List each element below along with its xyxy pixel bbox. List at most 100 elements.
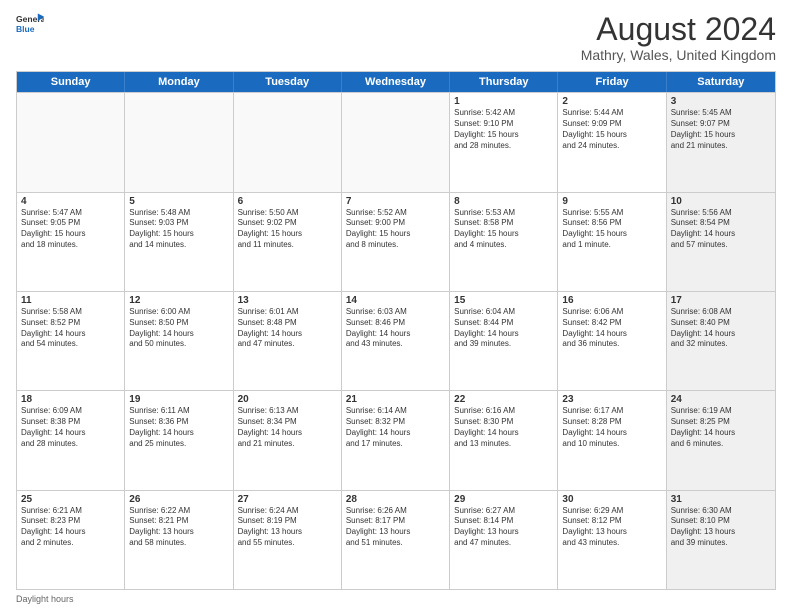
main-title: August 2024	[581, 12, 776, 47]
cal-cell-4-3: 28Sunrise: 6:26 AM Sunset: 8:17 PM Dayli…	[342, 491, 450, 589]
day-details: Sunrise: 5:44 AM Sunset: 9:09 PM Dayligh…	[562, 108, 661, 151]
day-details: Sunrise: 6:11 AM Sunset: 8:36 PM Dayligh…	[129, 406, 228, 449]
day-details: Sunrise: 6:16 AM Sunset: 8:30 PM Dayligh…	[454, 406, 553, 449]
header-day-sunday: Sunday	[17, 72, 125, 92]
day-details: Sunrise: 5:52 AM Sunset: 9:00 PM Dayligh…	[346, 208, 445, 251]
cal-cell-1-5: 9Sunrise: 5:55 AM Sunset: 8:56 PM Daylig…	[558, 193, 666, 291]
day-details: Sunrise: 6:00 AM Sunset: 8:50 PM Dayligh…	[129, 307, 228, 350]
cal-cell-1-4: 8Sunrise: 5:53 AM Sunset: 8:58 PM Daylig…	[450, 193, 558, 291]
day-details: Sunrise: 5:47 AM Sunset: 9:05 PM Dayligh…	[21, 208, 120, 251]
day-details: Sunrise: 5:58 AM Sunset: 8:52 PM Dayligh…	[21, 307, 120, 350]
day-number: 22	[454, 394, 553, 405]
day-details: Sunrise: 6:06 AM Sunset: 8:42 PM Dayligh…	[562, 307, 661, 350]
day-number: 13	[238, 295, 337, 306]
day-details: Sunrise: 5:42 AM Sunset: 9:10 PM Dayligh…	[454, 108, 553, 151]
cal-row-2: 11Sunrise: 5:58 AM Sunset: 8:52 PM Dayli…	[17, 291, 775, 390]
day-number: 19	[129, 394, 228, 405]
day-details: Sunrise: 6:01 AM Sunset: 8:48 PM Dayligh…	[238, 307, 337, 350]
day-number: 30	[562, 494, 661, 505]
day-details: Sunrise: 6:04 AM Sunset: 8:44 PM Dayligh…	[454, 307, 553, 350]
day-details: Sunrise: 6:24 AM Sunset: 8:19 PM Dayligh…	[238, 506, 337, 549]
day-details: Sunrise: 5:56 AM Sunset: 8:54 PM Dayligh…	[671, 208, 771, 251]
cal-cell-3-1: 19Sunrise: 6:11 AM Sunset: 8:36 PM Dayli…	[125, 391, 233, 489]
cal-cell-4-5: 30Sunrise: 6:29 AM Sunset: 8:12 PM Dayli…	[558, 491, 666, 589]
calendar: SundayMondayTuesdayWednesdayThursdayFrid…	[16, 71, 776, 590]
day-details: Sunrise: 6:22 AM Sunset: 8:21 PM Dayligh…	[129, 506, 228, 549]
day-details: Sunrise: 6:13 AM Sunset: 8:34 PM Dayligh…	[238, 406, 337, 449]
cal-cell-2-4: 15Sunrise: 6:04 AM Sunset: 8:44 PM Dayli…	[450, 292, 558, 390]
header: General Blue August 2024 Mathry, Wales, …	[16, 12, 776, 63]
day-number: 8	[454, 196, 553, 207]
day-number: 26	[129, 494, 228, 505]
cal-cell-2-3: 14Sunrise: 6:03 AM Sunset: 8:46 PM Dayli…	[342, 292, 450, 390]
cal-cell-2-0: 11Sunrise: 5:58 AM Sunset: 8:52 PM Dayli…	[17, 292, 125, 390]
day-number: 14	[346, 295, 445, 306]
day-number: 6	[238, 196, 337, 207]
header-day-thursday: Thursday	[450, 72, 558, 92]
day-number: 1	[454, 96, 553, 107]
header-day-tuesday: Tuesday	[234, 72, 342, 92]
calendar-body: 1Sunrise: 5:42 AM Sunset: 9:10 PM Daylig…	[17, 92, 775, 589]
day-details: Sunrise: 5:45 AM Sunset: 9:07 PM Dayligh…	[671, 108, 771, 151]
day-number: 15	[454, 295, 553, 306]
cal-cell-4-1: 26Sunrise: 6:22 AM Sunset: 8:21 PM Dayli…	[125, 491, 233, 589]
day-details: Sunrise: 5:55 AM Sunset: 8:56 PM Dayligh…	[562, 208, 661, 251]
calendar-header: SundayMondayTuesdayWednesdayThursdayFrid…	[17, 72, 775, 92]
day-details: Sunrise: 5:53 AM Sunset: 8:58 PM Dayligh…	[454, 208, 553, 251]
cal-cell-0-5: 2Sunrise: 5:44 AM Sunset: 9:09 PM Daylig…	[558, 93, 666, 191]
cal-cell-4-0: 25Sunrise: 6:21 AM Sunset: 8:23 PM Dayli…	[17, 491, 125, 589]
day-number: 21	[346, 394, 445, 405]
cal-cell-0-6: 3Sunrise: 5:45 AM Sunset: 9:07 PM Daylig…	[667, 93, 775, 191]
day-details: Sunrise: 6:29 AM Sunset: 8:12 PM Dayligh…	[562, 506, 661, 549]
day-details: Sunrise: 6:14 AM Sunset: 8:32 PM Dayligh…	[346, 406, 445, 449]
cal-row-4: 25Sunrise: 6:21 AM Sunset: 8:23 PM Dayli…	[17, 490, 775, 589]
cal-cell-3-4: 22Sunrise: 6:16 AM Sunset: 8:30 PM Dayli…	[450, 391, 558, 489]
svg-text:Blue: Blue	[16, 24, 35, 34]
header-day-friday: Friday	[558, 72, 666, 92]
cal-cell-2-1: 12Sunrise: 6:00 AM Sunset: 8:50 PM Dayli…	[125, 292, 233, 390]
cal-cell-0-2	[234, 93, 342, 191]
day-number: 9	[562, 196, 661, 207]
day-number: 16	[562, 295, 661, 306]
header-day-wednesday: Wednesday	[342, 72, 450, 92]
cal-cell-0-4: 1Sunrise: 5:42 AM Sunset: 9:10 PM Daylig…	[450, 93, 558, 191]
day-details: Sunrise: 6:26 AM Sunset: 8:17 PM Dayligh…	[346, 506, 445, 549]
day-details: Sunrise: 6:19 AM Sunset: 8:25 PM Dayligh…	[671, 406, 771, 449]
day-number: 29	[454, 494, 553, 505]
title-block: August 2024 Mathry, Wales, United Kingdo…	[581, 12, 776, 63]
cal-cell-3-0: 18Sunrise: 6:09 AM Sunset: 8:38 PM Dayli…	[17, 391, 125, 489]
logo-icon: General Blue	[16, 12, 44, 40]
day-number: 28	[346, 494, 445, 505]
day-number: 2	[562, 96, 661, 107]
day-number: 7	[346, 196, 445, 207]
day-details: Sunrise: 5:50 AM Sunset: 9:02 PM Dayligh…	[238, 208, 337, 251]
cal-cell-2-6: 17Sunrise: 6:08 AM Sunset: 8:40 PM Dayli…	[667, 292, 775, 390]
cal-row-3: 18Sunrise: 6:09 AM Sunset: 8:38 PM Dayli…	[17, 390, 775, 489]
cal-cell-4-4: 29Sunrise: 6:27 AM Sunset: 8:14 PM Dayli…	[450, 491, 558, 589]
day-number: 20	[238, 394, 337, 405]
day-number: 3	[671, 96, 771, 107]
subtitle: Mathry, Wales, United Kingdom	[581, 47, 776, 63]
day-details: Sunrise: 6:08 AM Sunset: 8:40 PM Dayligh…	[671, 307, 771, 350]
cal-cell-2-5: 16Sunrise: 6:06 AM Sunset: 8:42 PM Dayli…	[558, 292, 666, 390]
cal-cell-1-6: 10Sunrise: 5:56 AM Sunset: 8:54 PM Dayli…	[667, 193, 775, 291]
page: General Blue August 2024 Mathry, Wales, …	[0, 0, 792, 612]
day-number: 5	[129, 196, 228, 207]
day-number: 24	[671, 394, 771, 405]
day-number: 10	[671, 196, 771, 207]
cal-cell-1-2: 6Sunrise: 5:50 AM Sunset: 9:02 PM Daylig…	[234, 193, 342, 291]
day-number: 4	[21, 196, 120, 207]
day-details: Sunrise: 6:30 AM Sunset: 8:10 PM Dayligh…	[671, 506, 771, 549]
cal-cell-3-2: 20Sunrise: 6:13 AM Sunset: 8:34 PM Dayli…	[234, 391, 342, 489]
day-number: 12	[129, 295, 228, 306]
day-number: 11	[21, 295, 120, 306]
day-number: 18	[21, 394, 120, 405]
cal-row-1: 4Sunrise: 5:47 AM Sunset: 9:05 PM Daylig…	[17, 192, 775, 291]
cal-row-0: 1Sunrise: 5:42 AM Sunset: 9:10 PM Daylig…	[17, 92, 775, 191]
day-details: Sunrise: 6:09 AM Sunset: 8:38 PM Dayligh…	[21, 406, 120, 449]
footer-note: Daylight hours	[16, 594, 776, 604]
cal-cell-3-3: 21Sunrise: 6:14 AM Sunset: 8:32 PM Dayli…	[342, 391, 450, 489]
logo: General Blue	[16, 12, 44, 40]
cal-cell-1-3: 7Sunrise: 5:52 AM Sunset: 9:00 PM Daylig…	[342, 193, 450, 291]
day-number: 23	[562, 394, 661, 405]
